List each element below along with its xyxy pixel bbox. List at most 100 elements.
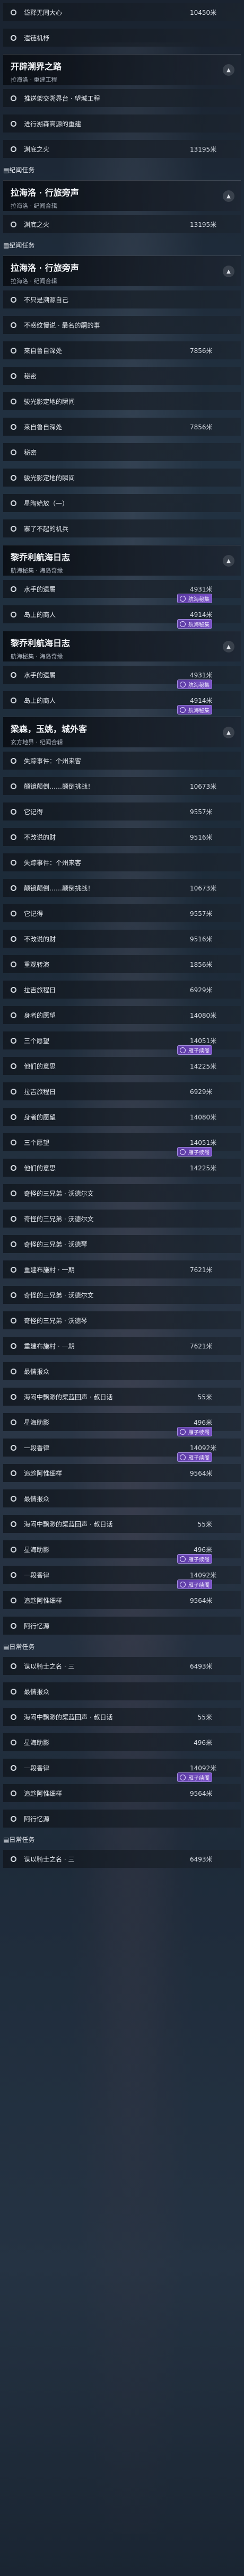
quest-label: 进行溯森高源的重建 [24, 120, 82, 128]
quest-distance: 55米 [197, 1393, 212, 1401]
quest-target-icon [11, 525, 16, 532]
quest-item[interactable]: 它记得 9557米 [3, 802, 241, 821]
quest-item[interactable]: 骏光影定地的瞬间 [3, 469, 241, 487]
chapter-header[interactable]: 开辟溯界之路 拉海洛 · 重建工程 ▲ [3, 54, 241, 85]
quest-item[interactable]: 渊底之火 13195米 [3, 140, 241, 158]
chevron-up-icon[interactable]: ▲ [223, 64, 234, 76]
quest-distance: 496米 [194, 1418, 212, 1426]
quest-item[interactable]: 颠镜颠倒……颠倒挑战！ 10673米 [3, 777, 241, 795]
quest-item[interactable]: 阿行忆源 [3, 1617, 241, 1635]
quest-item[interactable]: 海闷中飘渺的渠蓝回声 · 叔日话 55米 [3, 1388, 241, 1406]
quest-item[interactable]: 重观转演 1856米 [3, 955, 241, 973]
quest-item[interactable]: 一段香律 14092米 雁子续阁 [3, 1439, 241, 1462]
quest-item[interactable]: 三个愿望 14051米 雁子续阁 [3, 1133, 241, 1157]
event-badge: 雁子续阁 [177, 1147, 212, 1157]
quest-item[interactable]: 遗链机杼 [3, 29, 241, 47]
quest-item[interactable]: 拉吉旅程日 6929米 [3, 1082, 241, 1100]
quest-item[interactable]: 奇怪的三兄弟 · 沃德尔文 [3, 1184, 241, 1202]
quest-item[interactable]: 秘密 [3, 367, 241, 385]
quest-item[interactable]: 秘密 [3, 443, 241, 461]
quest-item[interactable]: 奇怪的三兄弟 · 沃德尔文 [3, 1210, 241, 1228]
quest-item[interactable]: 不改说的财 9516米 [3, 930, 241, 948]
chapter-header[interactable]: 拉海洛 · 行旅旁声 拉海洛 · 纪闻合辑 ▲ [3, 180, 241, 211]
quest-item[interactable]: 海闷中飘渺的渠蓝回声 · 叔日话 55米 [3, 1708, 241, 1726]
chevron-up-icon[interactable]: ▲ [223, 555, 234, 567]
quest-item[interactable]: 追趁阿惟细样 9564米 [3, 1591, 241, 1609]
quest-item[interactable]: 谋以骑士之名 · 三 6493米 [3, 1657, 241, 1675]
quest-item[interactable]: 岱释无同大心 10450米 [3, 3, 241, 21]
quest-item[interactable]: 来自鲁自深处 7856米 [3, 341, 241, 359]
quest-distance: 14225米 [190, 1062, 217, 1070]
quest-item[interactable]: 颠镜颠倒……颠倒挑战！ 10673米 [3, 879, 241, 897]
quest-target-icon [11, 1241, 16, 1247]
quest-distance: 4931米 [190, 671, 213, 679]
quest-item[interactable]: 阿行忆源 [3, 1810, 241, 1828]
quest-item[interactable]: 寨了不起的机兵 [3, 519, 241, 537]
quest-item[interactable]: 星陶始放（一） [3, 494, 241, 512]
chapter-header[interactable]: 梁森，玉姚，城外客 玄方地界 · 纪闻合辑 ▲ [3, 717, 241, 747]
quest-item[interactable]: 他们的意思 14225米 [3, 1159, 241, 1177]
event-badge-label: 航海秘集 [188, 708, 210, 714]
quest-item[interactable]: 奇怪的三兄弟 · 沃德琴 [3, 1311, 241, 1329]
chapter-title: 拉海洛 · 行旅旁声 [11, 188, 79, 198]
quest-item[interactable]: 水手的遗属 4931米 航海秘集 [3, 580, 241, 603]
chapter-header[interactable]: 拉海洛 · 行旅旁声 拉海洛 · 纪闻合辑 ▲ [3, 255, 241, 286]
quest-item[interactable]: 拉吉旅程日 6929米 [3, 981, 241, 999]
quest-label: 颠镜颠倒……颠倒挑战！ [24, 782, 94, 790]
quest-item[interactable]: 星海助影 496米 雁子续阁 [3, 1413, 241, 1436]
quest-item[interactable]: 骏光影定地的瞬间 [3, 392, 241, 410]
quest-label: 来自鲁自深处 [24, 347, 63, 355]
quest-item[interactable]: 奇怪的三兄弟 · 沃德琴 [3, 1235, 241, 1253]
quest-item[interactable]: 不只是溯源自己 [3, 290, 241, 308]
chevron-up-icon[interactable]: ▲ [223, 727, 234, 738]
quest-item[interactable]: 星海助影 496米 雁子续阁 [3, 1540, 241, 1564]
quest-item[interactable]: 海闷中飘渺的渠蓝回声 · 叔日话 55米 [3, 1515, 241, 1533]
quest-item[interactable]: 他们的意思 14225米 [3, 1057, 241, 1075]
quest-distance: 9564米 [190, 1469, 213, 1477]
quest-item[interactable]: 不改说的财 9516米 [3, 828, 241, 846]
quest-item[interactable]: 身者的愿望 14080米 [3, 1108, 241, 1126]
quest-item[interactable]: 一段香律 14092米 雁子续阁 [3, 1759, 241, 1782]
event-badge-label: 雁子续阁 [188, 1048, 210, 1054]
quest-item[interactable]: 一段香律 14092米 雁子续阁 [3, 1566, 241, 1589]
quest-item[interactable]: 推送架交溯界台 · 望城工程 [3, 89, 241, 107]
quest-label: 不改说的财 [24, 935, 56, 943]
quest-item[interactable]: 追趁阿惟细样 9564米 [3, 1464, 241, 1482]
event-badge: 航海秘集 [177, 705, 212, 714]
quest-item[interactable]: 水手的遗属 4931米 航海秘集 [3, 666, 241, 689]
quest-item[interactable]: 进行溯森高源的重建 [3, 114, 241, 133]
quest-item[interactable]: 重建布施村 · 一期 7621米 [3, 1337, 241, 1355]
quest-item[interactable]: 岛上的商人 4914米 航海秘集 [3, 691, 241, 714]
quest-item[interactable]: 三个愿望 14051米 雁子续阁 [3, 1031, 241, 1055]
chevron-up-icon[interactable]: ▲ [223, 641, 234, 652]
quest-item[interactable]: 失踪事件：个州来客 [3, 853, 241, 871]
quest-item[interactable]: 最情报众 [3, 1362, 241, 1380]
chevron-up-icon[interactable]: ▲ [223, 266, 234, 277]
quest-item[interactable]: 奇怪的三兄弟 · 沃德尔文 [3, 1286, 241, 1304]
quest-distance: 14225米 [190, 1164, 217, 1172]
quest-item[interactable]: 最情报众 [3, 1682, 241, 1700]
quest-item[interactable]: 岛上的商人 4914米 航海秘集 [3, 605, 241, 629]
quest-item[interactable]: 失踪事件：个州来客 [3, 752, 241, 770]
quest-distance: 9564米 [190, 1596, 213, 1604]
chevron-up-icon[interactable]: ▲ [223, 190, 234, 202]
chapter-header[interactable]: 黎乔利航海日志 航海秘集 · 海岛奇缘 ▲ [3, 631, 241, 661]
compass-icon [180, 1047, 186, 1053]
quest-item[interactable]: 不惑纹慢说 · 最名的嗣的事 [3, 316, 241, 334]
quest-item[interactable]: 谋以骑士之名 · 三 6493米 [3, 1850, 241, 1868]
quest-item[interactable]: 重建布施村 · 一期 7621米 [3, 1260, 241, 1278]
quest-target-icon [11, 672, 16, 678]
quest-label: 海闷中飘渺的渠蓝回声 · 叔日话 [24, 1713, 113, 1721]
quest-item[interactable]: 最情报众 [3, 1489, 241, 1507]
chapter-header[interactable]: 黎乔利航海日志 航海秘集 · 海岛奇缘 ▲ [3, 545, 241, 576]
event-badge-label: 雁子续阁 [188, 1150, 210, 1156]
quest-label: 秘密 [24, 448, 37, 456]
quest-item[interactable]: 身者的愿望 14080米 [3, 1006, 241, 1024]
quest-item[interactable]: 渊底之火 13195米 [3, 215, 241, 233]
quest-item[interactable]: 星海助影 496米 [3, 1733, 241, 1751]
quest-label: 追趁阿惟细样 [24, 1789, 63, 1797]
section-label: 纪闻任务 [9, 166, 35, 174]
quest-item[interactable]: 追趁阿惟细样 9564米 [3, 1784, 241, 1802]
quest-item[interactable]: 来自鲁自深处 7856米 [3, 418, 241, 436]
quest-item[interactable]: 它记得 9557米 [3, 904, 241, 922]
